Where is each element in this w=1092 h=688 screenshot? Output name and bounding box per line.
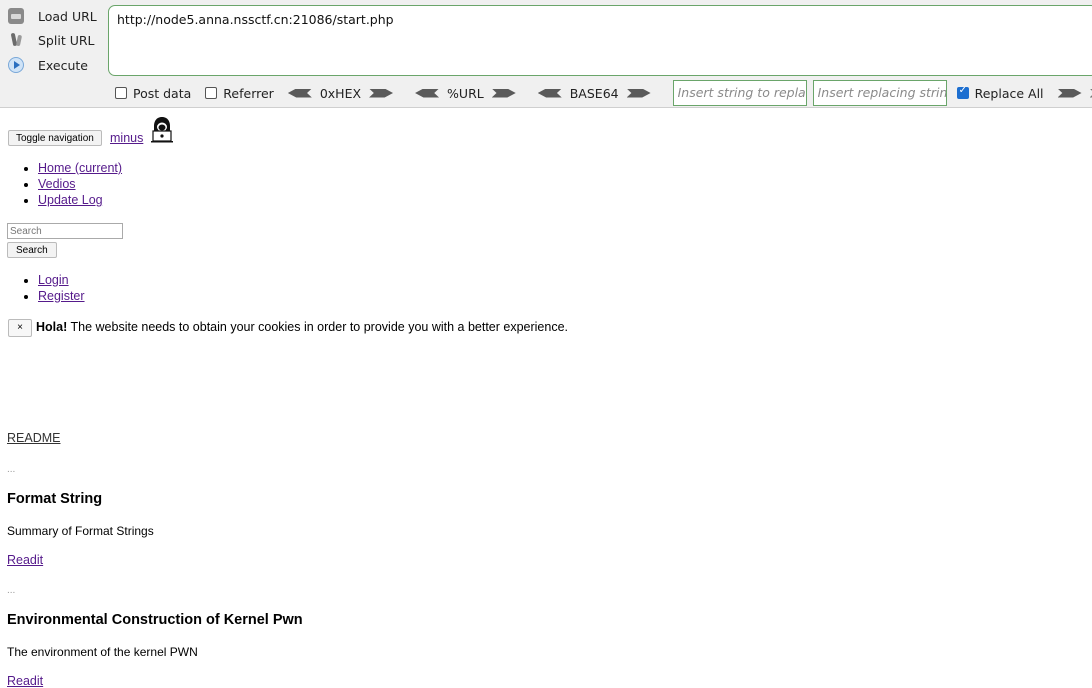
arrow-left-icon[interactable] [537,88,562,98]
execute-label: Execute [38,57,88,73]
post-title: Environmental Construction of Kernel Pwn [7,612,303,628]
arrow-right-icon[interactable] [626,88,651,98]
referrer-label: Referrer [223,85,274,101]
base64-label: BASE64 [569,85,619,101]
url-textarea[interactable]: http://node5.anna.nssctf.cn:21086/start.… [108,5,1092,76]
replace-right-arrow-icon[interactable] [1057,88,1082,98]
arrow-left-icon[interactable] [287,88,312,98]
readme-link[interactable]: README [7,431,60,445]
checkbox-icon [115,87,127,99]
register-link[interactable]: Register [38,289,85,303]
referrer-checkbox[interactable]: Referrer [205,86,274,101]
url-enc-label: %URL [447,85,484,101]
split-url-label: Split URL [38,32,95,48]
post-summary: Summary of Format Strings [7,524,154,538]
post-readit-link[interactable]: Readit [7,553,43,567]
split-url-button[interactable]: Split URL [8,29,95,51]
cookie-text: The website needs to obtain your cookies… [67,320,569,334]
split-url-icon [8,32,24,48]
replace-string-input[interactable]: Insert replacing string [812,80,947,106]
arrow-left-icon[interactable] [415,88,440,98]
nav-home-link[interactable]: Home (current) [38,161,122,175]
replace-all-checkbox[interactable]: Replace All [956,85,1044,101]
hex-encoder[interactable]: 0xHEX [287,85,394,101]
hacker-logo-icon [151,117,173,143]
nav-vedios-link[interactable]: Vedios [38,177,76,191]
load-url-icon [8,8,24,24]
nav-links: Home (current) Vedios Update Log [8,160,122,208]
arrow-right-icon[interactable] [491,88,516,98]
execute-icon [8,57,24,73]
cookie-close-button[interactable]: × [8,319,32,337]
base64-encoder[interactable]: BASE64 [537,85,651,101]
load-url-label: Load URL [38,8,97,24]
hackbar-toolbar: Load URL Split URL Execute http://node5.… [0,0,1092,108]
url-encoder[interactable]: %URL [415,86,516,101]
hex-label: 0xHEX [319,85,362,101]
toggle-navigation-button[interactable]: Toggle navigation [8,130,102,146]
execute-button[interactable]: Execute [8,54,88,76]
search-button[interactable]: Search [7,242,57,258]
post-title: Format String [7,491,103,507]
cookie-notice: Hola! The website needs to obtain your c… [36,320,568,334]
post-readit-link[interactable]: Readit [7,674,43,688]
nav-update-log-link[interactable]: Update Log [38,193,103,207]
checkbox-checked-icon [956,85,969,99]
arrow-right-icon[interactable] [369,88,394,98]
hackbar-options-row: Post data Referrer 0xHEX %URL BASE64 Ins… [115,80,1092,106]
cookie-greeting: Hola! [36,320,68,334]
search-input[interactable]: Search [7,223,123,239]
login-link[interactable]: Login [38,273,69,287]
load-url-button[interactable]: Load URL [8,5,97,27]
checkbox-icon [205,87,218,99]
auth-links: Login Register [8,272,85,304]
find-string-input[interactable]: Insert string to replace [672,80,807,106]
post-data-label: Post data [133,85,192,101]
replace-all-label: Replace All [974,85,1044,101]
brand-link[interactable]: minus [110,131,143,145]
ellipsis: ... [7,464,16,475]
post-data-checkbox[interactable]: Post data [115,86,191,101]
ellipsis: ... [7,585,16,596]
post-summary: The environment of the kernel PWN [7,645,198,659]
